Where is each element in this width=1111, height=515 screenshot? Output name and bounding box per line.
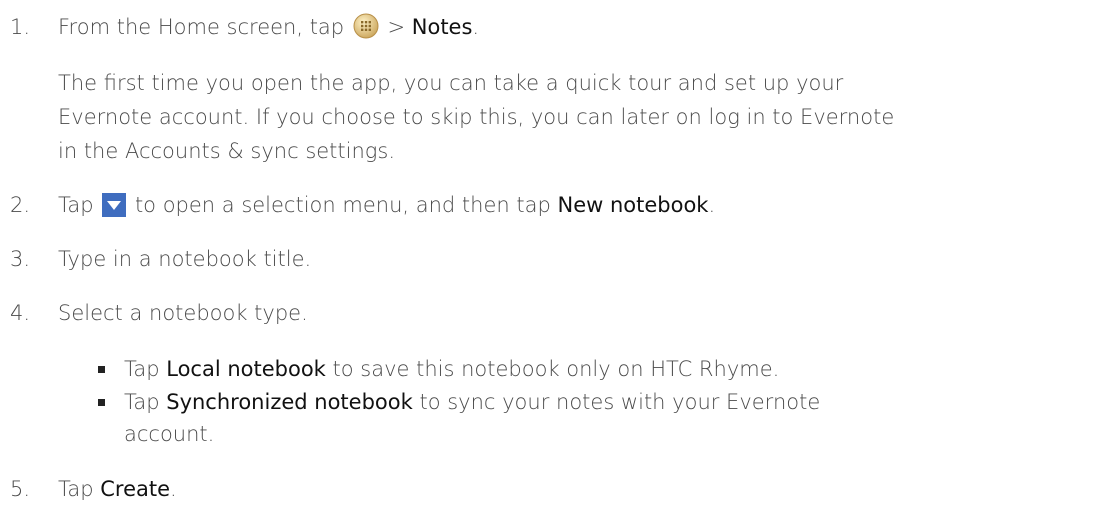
new-notebook-label: New notebook	[557, 193, 709, 217]
all-apps-icon	[353, 13, 379, 47]
synchronized-notebook-label: Synchronized notebook	[166, 390, 413, 414]
bullet-item-synchronized-continuation: account.	[124, 422, 215, 446]
step-number: 4.	[9, 301, 30, 325]
step-text-mid: to open a selection menu, and then tap	[134, 193, 558, 217]
local-notebook-label: Local notebook	[166, 357, 326, 381]
step-text-mid: >	[380, 15, 412, 39]
intro-line-1: The first time you open the app, you can…	[58, 71, 844, 95]
step-text: Select a notebook type.	[58, 301, 308, 325]
step-text: Tap	[58, 193, 94, 217]
step-number: 1.	[9, 15, 30, 39]
step-number: 2.	[9, 193, 30, 217]
create-label: Create	[100, 477, 171, 501]
dropdown-arrow-icon	[102, 193, 127, 225]
intro-paragraph: The first time you open the app, you can…	[58, 66, 1108, 168]
notes-instructions-page: 1. From the Home screen, tap > Notes. Th…	[0, 0, 1111, 515]
step-number: 3.	[9, 247, 30, 271]
step-text: Type in a notebook title.	[58, 247, 312, 271]
intro-line-3: in the Accounts & sync settings.	[58, 139, 396, 163]
intro-line-2: Evernote account. If you choose to skip …	[58, 105, 895, 129]
bullet-marker	[98, 399, 105, 406]
bullet-marker	[98, 366, 105, 373]
step-number: 5.	[9, 477, 30, 501]
step-text: From the Home screen, tap	[58, 15, 345, 39]
notes-label: Notes	[411, 15, 473, 39]
